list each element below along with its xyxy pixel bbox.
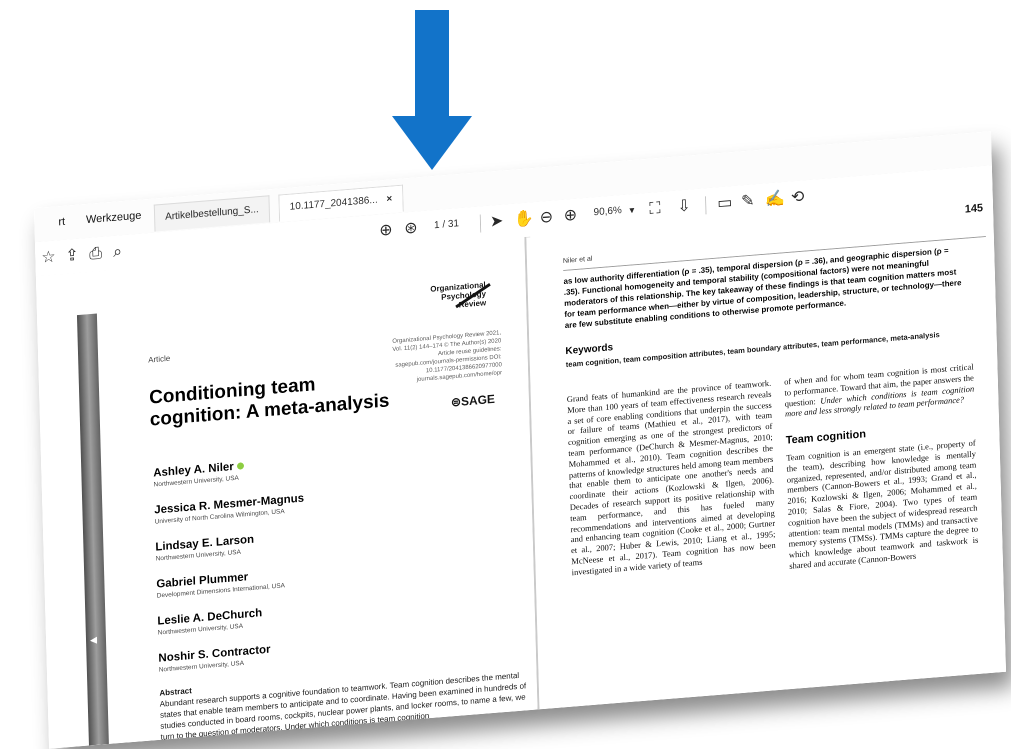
print-icon[interactable]: ⎙ xyxy=(89,244,102,265)
bookmark-star-icon[interactable]: ☆ xyxy=(41,248,56,269)
pdf-page-left: Organizational Psychology Review Article… xyxy=(105,236,540,744)
menu-bar: rt Werkzeuge xyxy=(58,208,159,229)
scroll-mode-icon[interactable]: ⇩ xyxy=(677,197,691,218)
hand-tool-icon[interactable]: ✋ xyxy=(514,209,534,231)
zoom-in-icon[interactable]: ⊕ xyxy=(563,206,577,227)
toolbar-divider xyxy=(705,196,707,215)
collapse-arrow-icon[interactable]: ◀ xyxy=(90,635,97,647)
body-column-left: Grand feats of humankind are the provinc… xyxy=(566,377,776,578)
menu-item-export[interactable]: rt xyxy=(58,216,65,229)
arrow-shaft xyxy=(415,10,449,118)
chevron-down-icon[interactable]: ▾ xyxy=(629,201,635,221)
down-arrow-icon xyxy=(392,10,472,172)
sign-icon[interactable]: ✍ xyxy=(765,189,785,211)
tab-label: 10.1177_2041386... xyxy=(289,194,378,213)
body-text: Team cognition is an emergent state (i.e… xyxy=(786,437,979,571)
pdf-page-right: Niler et al 145 as low authority differe… xyxy=(530,199,1007,709)
keywords-heading: Keywords xyxy=(565,342,614,358)
article-title: Conditioning team cognition: A meta-anal… xyxy=(148,374,390,431)
share-icon[interactable]: ⟲ xyxy=(791,187,805,208)
running-head: Niler et al xyxy=(562,255,593,265)
article-label: Article xyxy=(148,353,171,365)
page-number: 145 xyxy=(964,202,984,216)
author-list: Ashley A. Niler Northwestern University,… xyxy=(153,437,488,686)
sage-logo: ⊜SAGE xyxy=(450,391,496,410)
pdf-viewer-photo: rt Werkzeuge Artikelbestellung_S... 10.1… xyxy=(33,131,1007,749)
upload-icon[interactable]: ⇪ xyxy=(65,246,79,267)
search-icon[interactable]: ⌕ xyxy=(113,242,122,263)
keywords: team cognition, team composition attribu… xyxy=(565,329,940,370)
orcid-icon[interactable] xyxy=(236,462,244,470)
pen-icon[interactable]: ✎ xyxy=(741,191,755,212)
select-cursor-icon[interactable]: ➤ xyxy=(490,212,504,233)
page-down-icon[interactable]: ⊛ xyxy=(404,219,418,240)
tab-label: Artikelbestellung_S... xyxy=(164,204,259,223)
body-column-right: of when and for whom team cognition is m… xyxy=(784,361,979,571)
publication-info: Organizational Psychology Review 2021, V… xyxy=(392,330,503,384)
close-icon[interactable]: × xyxy=(386,193,392,204)
zoom-level-select[interactable]: 90,6% xyxy=(593,205,622,218)
zoom-out-icon[interactable]: ⊖ xyxy=(540,208,554,229)
page-total: / 31 xyxy=(442,218,460,231)
comment-icon[interactable]: ▭ xyxy=(717,193,733,214)
menu-item-tools[interactable]: Werkzeuge xyxy=(86,210,142,226)
abstract-continuation: as low authority differentiation (ρ = .3… xyxy=(563,246,962,331)
page-number-input[interactable]: 1 xyxy=(434,220,440,231)
page-fit-icon[interactable]: ⛶ xyxy=(649,199,661,220)
arrow-head xyxy=(392,116,472,170)
page-up-icon[interactable]: ⊕ xyxy=(379,221,393,242)
toolbar-divider xyxy=(479,214,482,233)
